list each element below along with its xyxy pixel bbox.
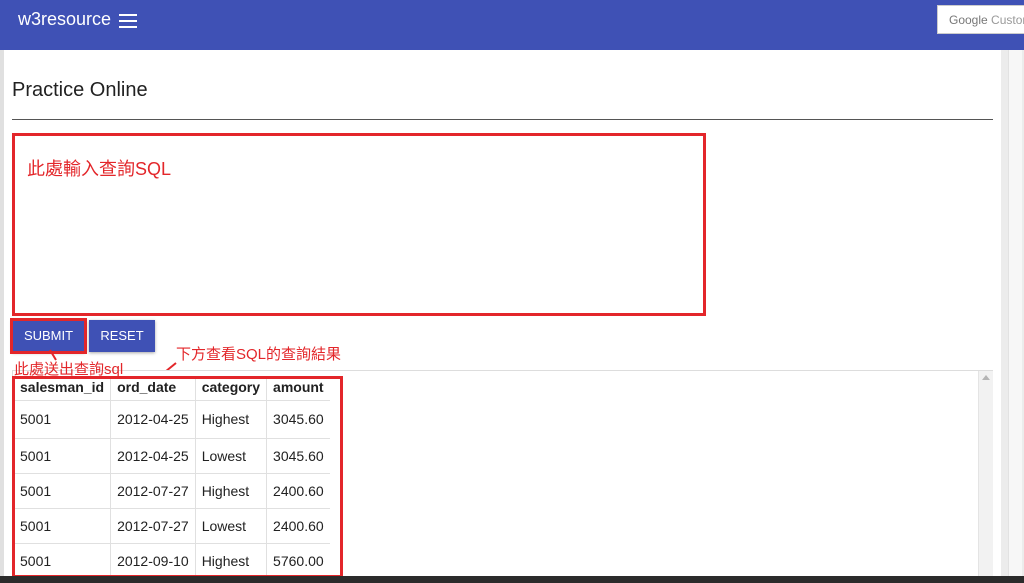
- table-row: 5001 2012-04-25 Highest 3045.60: [14, 399, 330, 438]
- results-scrollbar[interactable]: [978, 371, 993, 583]
- table-cell: 5001: [14, 542, 111, 578]
- submit-button[interactable]: SUBMIT: [10, 318, 87, 354]
- page-scrollbar[interactable]: [1001, 50, 1024, 583]
- search-placeholder: Custom: [991, 13, 1024, 27]
- table-cell: Lowest: [194, 507, 267, 543]
- results-table: salesman_id ord_date category amount 500…: [14, 379, 330, 578]
- table-cell: Highest: [194, 399, 267, 438]
- table-cell: 5001: [14, 507, 111, 543]
- column-header: ord_date: [110, 379, 196, 400]
- table-row: 5001 2012-07-27 Highest 2400.60: [14, 472, 330, 508]
- reset-button[interactable]: RESET: [89, 320, 155, 352]
- scroll-up-arrow-icon[interactable]: [982, 375, 990, 380]
- table-cell: 2400.60: [266, 472, 330, 508]
- bottom-taskbar: [0, 576, 1024, 583]
- column-header: category: [194, 379, 267, 400]
- hamburger-menu-icon[interactable]: [119, 14, 137, 28]
- table-row: 5001 2012-07-27 Lowest 2400.60: [14, 507, 330, 543]
- table-cell: 3045.60: [266, 437, 330, 473]
- table-cell: 2400.60: [266, 507, 330, 543]
- table-cell: 3045.60: [266, 399, 330, 438]
- table-cell: 2012-09-10: [110, 542, 196, 578]
- table-row: 5001 2012-09-10 Highest 5760.00: [14, 542, 330, 578]
- sql-editor-textarea[interactable]: 此處輸入查詢SQL: [12, 133, 706, 316]
- site-logo[interactable]: w3resource: [18, 9, 111, 30]
- page-scrollbar-track[interactable]: [1008, 50, 1022, 583]
- page-title: Practice Online: [12, 79, 148, 101]
- table-cell: Lowest: [194, 437, 267, 473]
- table-cell: 5001: [14, 472, 111, 508]
- table-cell: 2012-04-25: [110, 437, 196, 473]
- table-cell: Highest: [194, 542, 267, 578]
- sql-editor-annotation: 此處輸入查詢SQL: [27, 159, 172, 179]
- table-cell: 5760.00: [266, 542, 330, 578]
- column-header: amount: [266, 379, 330, 400]
- search-brand-label: Google: [949, 13, 988, 27]
- top-navbar: w3resource Google Custom: [0, 0, 1024, 50]
- table-cell: 2012-04-25: [110, 399, 196, 438]
- table-cell: 2012-07-27: [110, 507, 196, 543]
- table-row: 5001 2012-04-25 Lowest 3045.60: [14, 437, 330, 473]
- table-cell: 5001: [14, 437, 111, 473]
- table-cell: 2012-07-27: [110, 472, 196, 508]
- title-divider: [12, 119, 993, 120]
- column-header: salesman_id: [20, 379, 105, 395]
- table-cell: 5001: [14, 399, 111, 438]
- result-annotation: 下方查看SQL的查詢結果: [176, 346, 342, 363]
- google-custom-search-input[interactable]: Google Custom: [937, 5, 1024, 34]
- table-header-row: salesman_id ord_date category amount: [14, 379, 330, 400]
- submit-annotation: 此處送出查詢sql: [14, 361, 124, 378]
- table-cell: Highest: [194, 472, 267, 508]
